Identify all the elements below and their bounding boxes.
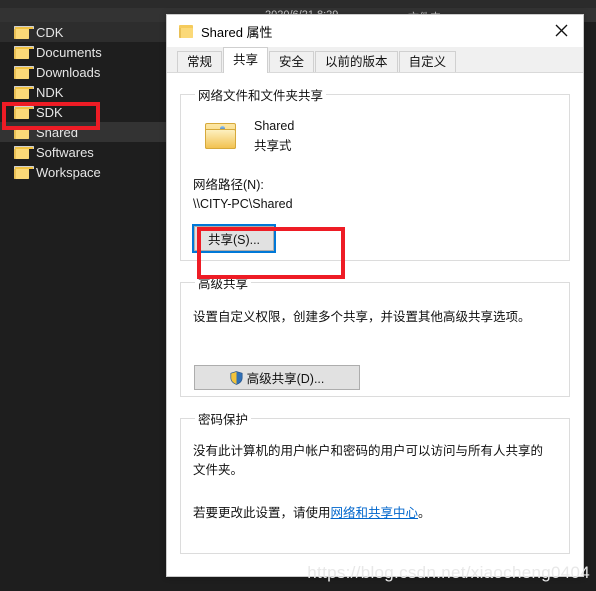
properties-dialog: Shared 属性 常规 共享 安全 以前的版本 自定义 网络文件和文件夹共享 — [166, 14, 584, 577]
list-item-label: Softwares — [36, 144, 94, 160]
tab-strip: 常规 共享 安全 以前的版本 自定义 — [167, 47, 583, 73]
uac-shield-icon — [230, 370, 243, 385]
shared-folder-row: Shared 共享式 — [193, 116, 557, 156]
file-list: CDK Documents Downloads NDK SDK Shared S… — [0, 0, 174, 591]
watermark: https://blog.csdn.net/xiaocheng0404 — [307, 563, 590, 582]
advanced-share-button[interactable]: 高级共享(D)... — [194, 365, 360, 390]
link-suffix-text: 。 — [418, 506, 431, 520]
folder-icon — [14, 165, 34, 179]
advanced-sharing-legend: 高级共享 — [198, 277, 249, 291]
network-path-label: 网络路径(N): — [193, 178, 264, 192]
folder-icon — [14, 105, 34, 119]
list-item-label: CDK — [36, 24, 64, 40]
list-item-label: Shared — [36, 124, 78, 140]
advanced-sharing-group: 高级共享 设置自定义权限，创建多个共享，并设置其他高级共享选项。 高级共享(D)… — [180, 273, 570, 397]
list-item-shared[interactable]: Shared — [0, 122, 174, 142]
tab-security[interactable]: 安全 — [269, 51, 315, 72]
password-protection-description: 没有此计算机的用户帐户和密码的用户可以访问与所有人共享的文件夹。 — [193, 444, 544, 477]
folder-icon — [14, 145, 34, 159]
folder-icon — [14, 25, 34, 39]
password-protection-group: 密码保护 没有此计算机的用户帐户和密码的用户可以访问与所有人共享的文件夹。 若要… — [180, 409, 570, 554]
list-item-label: SDK — [36, 104, 63, 120]
list-item[interactable]: SDK — [0, 102, 174, 122]
password-protection-link-line: 若要更改此设置，请使用网络和共享中心。 — [193, 502, 557, 521]
dialog-title: Shared 属性 — [201, 24, 273, 40]
list-item[interactable]: Softwares — [0, 142, 174, 162]
shared-folder-state: 共享式 — [254, 139, 292, 153]
list-item[interactable]: Documents — [0, 42, 174, 62]
list-item[interactable]: Workspace — [0, 162, 174, 182]
network-sharing-group: 网络文件和文件夹共享 Shared 共享式 网络路径(N): \\CITY-PC… — [180, 85, 570, 261]
list-item[interactable]: CDK — [0, 22, 174, 42]
dialog-body: 网络文件和文件夹共享 Shared 共享式 网络路径(N): \\CITY-PC… — [167, 73, 583, 575]
folder-icon — [14, 125, 34, 139]
shared-folder-name: Shared — [254, 119, 295, 133]
shared-folder-icon — [204, 121, 238, 151]
network-sharing-center-link[interactable]: 网络和共享中心 — [331, 506, 419, 520]
list-item[interactable]: NDK — [0, 82, 174, 102]
link-prefix-text: 若要更改此设置，请使用 — [193, 506, 331, 520]
folder-icon — [14, 85, 34, 99]
close-icon[interactable] — [539, 15, 583, 45]
password-protection-legend: 密码保护 — [198, 413, 249, 427]
dialog-title-bar[interactable]: Shared 属性 — [167, 15, 583, 47]
share-button[interactable]: 共享(S)... — [192, 224, 276, 253]
folder-icon — [179, 24, 193, 38]
network-path-value: \\CITY-PC\Shared — [193, 197, 293, 211]
list-item-label: NDK — [36, 84, 64, 100]
tab-previous-versions[interactable]: 以前的版本 — [315, 51, 398, 72]
folder-icon — [14, 65, 34, 79]
advanced-share-button-label: 高级共享(D)... — [246, 372, 325, 386]
tab-sharing[interactable]: 共享 — [223, 47, 269, 73]
folder-icon — [14, 45, 34, 59]
list-item[interactable]: Downloads — [0, 62, 174, 82]
network-sharing-legend: 网络文件和文件夹共享 — [198, 89, 324, 103]
list-item-label: Downloads — [36, 64, 101, 80]
list-item-label: Workspace — [36, 164, 101, 180]
advanced-sharing-description: 设置自定义权限，创建多个共享，并设置其他高级共享选项。 — [193, 310, 531, 324]
list-item-label: Documents — [36, 44, 102, 60]
tab-customize[interactable]: 自定义 — [398, 51, 457, 72]
tab-general[interactable]: 常规 — [177, 51, 223, 72]
